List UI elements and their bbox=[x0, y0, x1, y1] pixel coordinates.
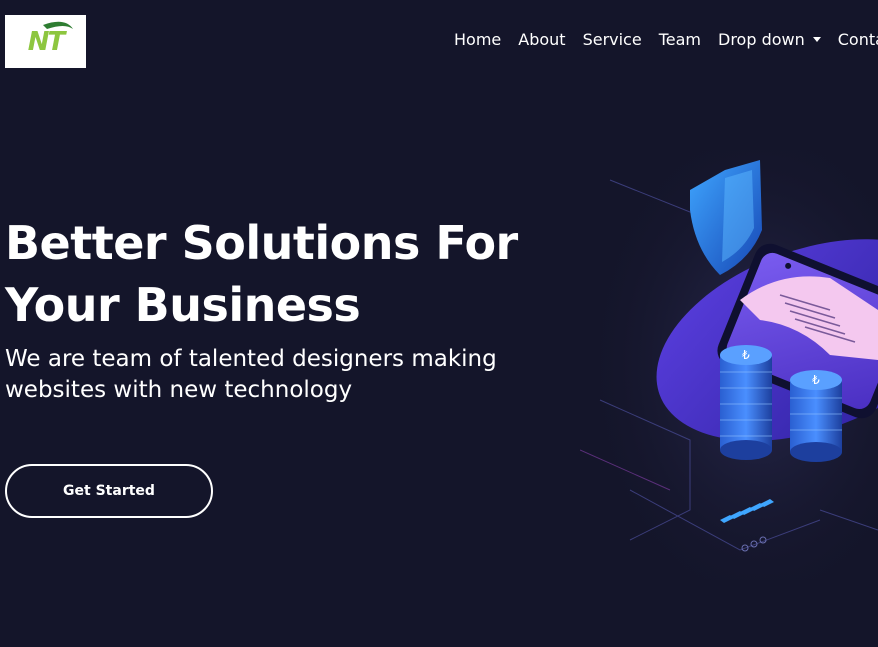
hero-title-line2: Your Business bbox=[5, 278, 361, 332]
chevron-down-icon bbox=[812, 37, 821, 42]
hero-subtitle: We are team of talented designers making… bbox=[5, 344, 525, 406]
hero-subtitle-line2: websites with new technology bbox=[5, 377, 353, 403]
nav-item-home[interactable]: Home bbox=[454, 30, 501, 49]
main-nav: Home About Service Team Drop down Contac… bbox=[454, 30, 878, 49]
nav-label: Home bbox=[454, 30, 502, 49]
hero-title: Better Solutions For Your Business bbox=[5, 212, 545, 336]
logo-text: NT bbox=[27, 26, 65, 57]
hero-subtitle-line1: We are team of talented designers making bbox=[5, 346, 497, 372]
brand-logo[interactable]: NT bbox=[5, 15, 86, 68]
nav-item-about[interactable]: About bbox=[518, 30, 565, 49]
nav-label: Contact bbox=[837, 30, 878, 49]
get-started-button[interactable]: Get Started bbox=[5, 464, 213, 518]
nav-label: About bbox=[518, 30, 566, 49]
svg-text:₺: ₺ bbox=[812, 373, 820, 387]
nav-label: Service bbox=[582, 30, 642, 49]
nav-item-contact[interactable]: Contact bbox=[838, 30, 878, 49]
nav-label: Team bbox=[658, 30, 701, 49]
hero-title-line1: Better Solutions For bbox=[5, 216, 518, 270]
nav-label: Drop down bbox=[718, 30, 805, 49]
svg-text:₺: ₺ bbox=[742, 348, 750, 362]
nav-item-service[interactable]: Service bbox=[583, 30, 642, 49]
nav-item-dropdown[interactable]: Drop down bbox=[718, 30, 821, 49]
hero-illustration: ₺ ₺ bbox=[580, 150, 878, 580]
page: NT Home About Service Team Drop down Con… bbox=[0, 0, 878, 647]
nav-item-team[interactable]: Team bbox=[659, 30, 701, 49]
